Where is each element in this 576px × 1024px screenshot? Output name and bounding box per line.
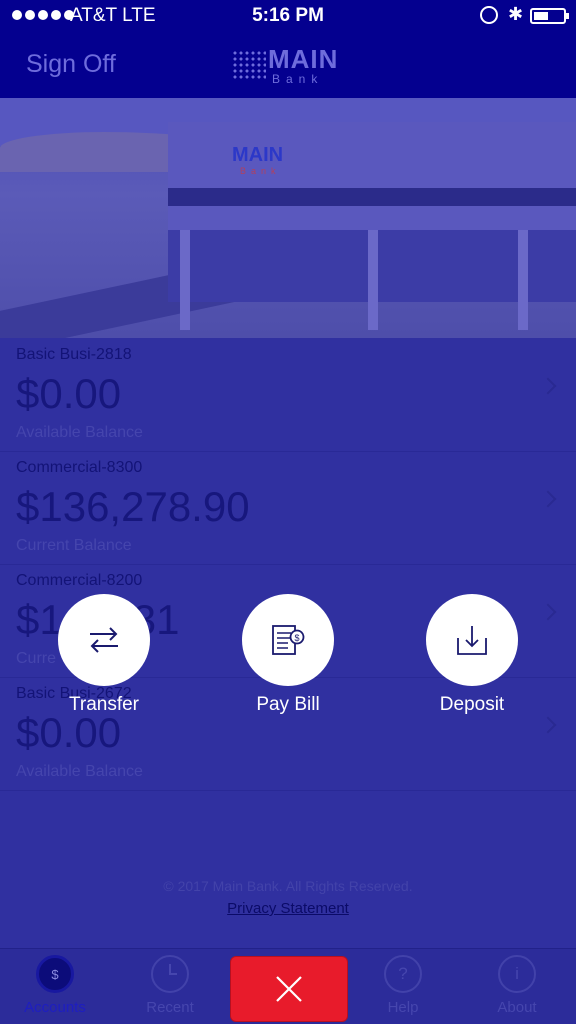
tab-label: Help bbox=[387, 999, 419, 1016]
clock-icon bbox=[151, 955, 189, 993]
nav-bar: Sign Off MAIN Bank bbox=[0, 34, 576, 98]
tab-label: Accounts bbox=[24, 999, 86, 1016]
hero-building-image: MAIN Bank bbox=[0, 98, 576, 338]
deposit-action[interactable]: Deposit bbox=[397, 594, 547, 716]
tab-label: About bbox=[497, 999, 537, 1016]
deposit-tray-icon bbox=[457, 626, 487, 655]
bank-building: MAIN Bank bbox=[168, 122, 576, 330]
transfer-arrows-icon bbox=[90, 627, 118, 653]
logo-sub-text: Bank bbox=[272, 72, 324, 86]
pay-bill-button[interactable]: $ bbox=[242, 594, 334, 686]
main-bank-logo: MAIN Bank bbox=[232, 42, 352, 90]
deposit-button[interactable] bbox=[426, 594, 518, 686]
tab-recent[interactable]: Recent bbox=[115, 955, 225, 1016]
bill-icon: $ bbox=[272, 625, 305, 655]
tab-about[interactable]: i About bbox=[462, 955, 572, 1016]
transfer-label: Transfer bbox=[68, 694, 140, 715]
building-sign: MAIN bbox=[232, 144, 284, 166]
deposit-label: Deposit bbox=[439, 694, 505, 715]
battery-icon bbox=[530, 8, 569, 24]
close-actions-button[interactable] bbox=[230, 956, 348, 1022]
dollar-icon: $ bbox=[36, 955, 74, 993]
close-icon bbox=[276, 976, 302, 1002]
rotation-lock-icon bbox=[480, 6, 498, 24]
status-bar: AT&T LTE 5:16 PM ✱ bbox=[0, 0, 576, 34]
question-icon: ? bbox=[384, 955, 422, 993]
tab-help[interactable]: ? Help bbox=[348, 955, 458, 1016]
tab-accounts[interactable]: $ Accounts bbox=[0, 955, 110, 1016]
svg-text:$: $ bbox=[294, 633, 299, 643]
app-screen: AT&T LTE 5:16 PM ✱ Sign Off MAIN Bank MA… bbox=[0, 0, 576, 1024]
tab-label: Recent bbox=[146, 999, 194, 1016]
info-icon: i bbox=[498, 955, 536, 993]
pay-bill-label: Pay Bill bbox=[256, 694, 320, 715]
transfer-action[interactable]: Transfer bbox=[29, 594, 179, 716]
transfer-button[interactable] bbox=[58, 594, 150, 686]
logo-dots-icon bbox=[232, 50, 266, 80]
building-sign-sub: Bank bbox=[240, 166, 281, 176]
pay-bill-action[interactable]: $ Pay Bill bbox=[213, 594, 363, 716]
bluetooth-icon: ✱ bbox=[508, 4, 524, 24]
logo-main-text: MAIN bbox=[268, 44, 339, 74]
sign-off-button[interactable]: Sign Off bbox=[26, 50, 116, 79]
